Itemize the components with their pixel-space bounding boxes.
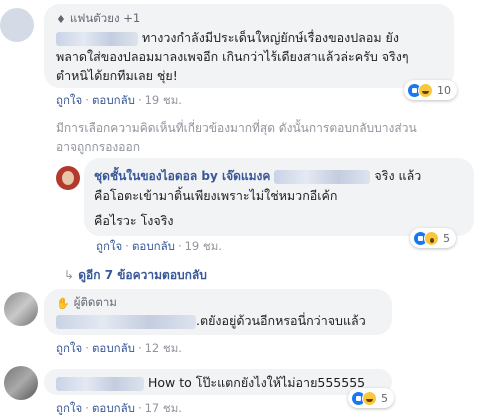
reaction-count: 10 [437, 83, 451, 97]
reply-link[interactable]: ตอบกลับ [92, 401, 135, 415]
comment-text-line: ทางวงกำลังมีประเด็นใหญ่ยักษ์เรื่องของปลอ… [141, 30, 399, 45]
reply-bubble: ชุดชั้นในของไอดอล by เจ๊ดแมงค จริง แล้ว … [84, 158, 474, 236]
comment-text-line: พลาดใส่ของปลอมมาลงเพจอีก เกินกว่าไร้เดีย… [56, 49, 409, 64]
comment-text: ทางวงกำลังมีประเด็นใหญ่ยักษ์เรื่องของปลอ… [56, 28, 451, 85]
filter-notice-line: อาจถูกกรองออก [56, 140, 140, 154]
timestamp[interactable]: 19 ชม. [145, 93, 182, 107]
commenter-avatar[interactable] [4, 366, 38, 400]
comment-text-line: ตำหนิได้ยกทีมเลย ชุ่ย! [56, 68, 178, 83]
redacted-name[interactable] [274, 169, 371, 184]
wow-reaction-icon [424, 230, 439, 246]
reaction-summary[interactable]: 10 [404, 80, 457, 100]
follower-badge: ✋ ผู้ติดตาม [56, 294, 117, 312]
redacted-name[interactable] [56, 314, 196, 329]
reply-link[interactable]: ตอบกลับ [132, 239, 175, 253]
timestamp[interactable]: 19 ชม. [185, 239, 222, 253]
wave-hand-icon: ✋ [56, 296, 70, 310]
reply-text-line: จริง แล้ว [374, 168, 422, 183]
redacted-name[interactable] [56, 376, 144, 391]
comment-bubble: ✋ ผู้ติดตาม .ตยังอยู่ด้วนอีกหรอนี่กว่าจบ… [44, 289, 392, 335]
view-more-label: ดูอีก 7 ข้อความตอบกลับ [78, 268, 207, 282]
comment-actions: ถูกใจ · ตอบกลับ · 17 ชม. [56, 401, 182, 415]
like-link[interactable]: ถูกใจ [56, 93, 82, 107]
reply-link[interactable]: ตอบกลับ [92, 93, 135, 107]
reaction-summary[interactable]: 5 [410, 228, 456, 248]
commenter-avatar[interactable] [0, 8, 34, 42]
redacted-name[interactable] [56, 31, 138, 46]
reply-text-line: คือโอตะเข้ามาติ้นเพียงเพราะไม่ใช่หมวกอีเ… [94, 188, 338, 203]
reply-actions: ถูกใจ · ตอบกลับ · 19 ชม. [96, 239, 222, 253]
reply-link[interactable]: ตอบกลับ [92, 341, 135, 355]
comment-text-line: How to โป๊ะแตกยังไงให้ไม่อาย555555 [147, 375, 366, 390]
like-link[interactable]: ถูกใจ [56, 401, 82, 415]
reply-text-line: คือไรวะ โงจริง [94, 213, 174, 228]
reaction-count: 5 [381, 391, 388, 405]
badge-label: แฟนตัวยง +1 [69, 11, 141, 25]
page-avatar[interactable] [56, 166, 80, 190]
diamond-icon: ♦ [56, 12, 66, 26]
badge-label: ผู้ติดตาม [73, 295, 117, 309]
like-link[interactable]: ถูกใจ [56, 341, 82, 355]
timestamp[interactable]: 12 ชม. [145, 341, 182, 355]
comment-actions: ถูกใจ · ตอบกลับ · 12 ชม. [56, 341, 182, 355]
like-link[interactable]: ถูกใจ [96, 239, 122, 253]
fan-badge: ♦ แฟนตัวยง +1 [56, 10, 140, 28]
commenter-avatar[interactable] [4, 292, 38, 326]
reply-text: ชุดชั้นในของไอดอล by เจ๊ดแมงค จริง แล้ว … [94, 166, 469, 230]
comment-text-line: .ตยังอยู่ด้วนอีกหรอนี่กว่าจบแล้ว [196, 313, 366, 328]
timestamp[interactable]: 17 ชม. [145, 401, 182, 415]
haha-reaction-icon [418, 82, 433, 98]
page-name[interactable]: ชุดชั้นในของไอดอล by เจ๊ดแมงค [94, 169, 270, 183]
comment-bubble: ♦ แฟนตัวยง +1 ทางวงกำลังมีประเด็นใหญ่ยัก… [44, 4, 454, 88]
haha-reaction-icon [362, 390, 377, 406]
comment-bubble: How to โป๊ะแตกยังไงให้ไม่อาย555555 [44, 369, 392, 395]
reply-arrow-icon: ↳ [64, 268, 75, 282]
filter-notice-line: มีการเลือกความคิดเห็นที่เกี่ยวข้องมากที่… [56, 121, 417, 135]
comment-text: .ตยังอยู่ด้วนอีกหรอนี่กว่าจบแล้ว [56, 311, 366, 330]
filter-notice: มีการเลือกความคิดเห็นที่เกี่ยวข้องมากที่… [56, 119, 476, 157]
reaction-summary[interactable]: 5 [348, 388, 394, 408]
reaction-count: 5 [443, 231, 450, 245]
comment-text: How to โป๊ะแตกยังไงให้ไม่อาย555555 [56, 373, 365, 392]
comment-actions: ถูกใจ · ตอบกลับ · 19 ชม. [56, 93, 182, 107]
view-more-replies[interactable]: ↳ ดูอีก 7 ข้อความตอบกลับ [64, 266, 207, 285]
